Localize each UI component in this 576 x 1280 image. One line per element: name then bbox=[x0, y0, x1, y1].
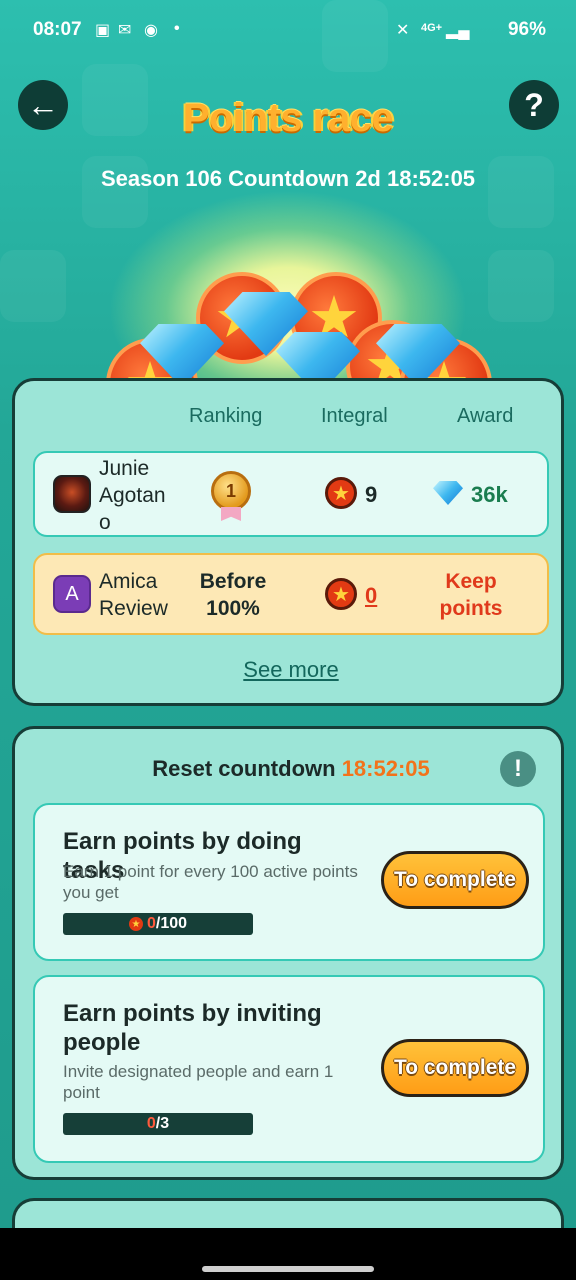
reset-countdown: Reset countdown 18:52:05 bbox=[15, 756, 567, 782]
see-more-link[interactable]: See more bbox=[15, 657, 567, 683]
integral-value[interactable]: 0 bbox=[365, 583, 377, 609]
star-coin-icon: ★ bbox=[128, 917, 143, 931]
rank-status: Before 100% bbox=[199, 570, 267, 620]
task-description: Earn 1 point for every 100 active points… bbox=[63, 862, 358, 902]
diamond-icon bbox=[433, 481, 463, 505]
battery-level: 96% bbox=[507, 19, 546, 40]
star-coin-icon: ★ bbox=[325, 477, 357, 509]
status-time: 08:07 bbox=[33, 19, 82, 40]
page-title: Points race bbox=[182, 96, 394, 140]
user-name: Amica Review bbox=[99, 570, 168, 620]
column-header-integral: Integral bbox=[321, 405, 388, 427]
task-card: Earn points by inviting people Invite de… bbox=[33, 975, 545, 1163]
ranking-panel: Ranking Integral Award Junie Agotan o 1 … bbox=[12, 378, 564, 706]
tasks-panel: Reset countdown 18:52:05 ! Earn points b… bbox=[12, 726, 564, 1180]
task-card: Earn points by doing tasks Earn 1 point … bbox=[33, 803, 545, 961]
task-description: Invite designated people and earn 1 poin… bbox=[63, 1062, 334, 1102]
integral-value: 9 bbox=[365, 482, 378, 507]
task-title: Earn points by inviting people bbox=[63, 1000, 322, 1056]
award-value: 36k bbox=[471, 482, 508, 507]
ranking-row-self[interactable]: A Amica Review Before 100% ★ 0 Keep poin… bbox=[33, 553, 549, 635]
gmail-icon: ✉ bbox=[118, 22, 132, 39]
mute-icon: ✕ bbox=[396, 22, 410, 39]
treasure-illustration: ★ ★ ★ ★ ★ bbox=[100, 268, 500, 430]
rank-medal-icon: 1 bbox=[211, 471, 251, 511]
home-handle[interactable] bbox=[202, 1266, 374, 1272]
reset-label: Reset countdown bbox=[152, 756, 336, 781]
ranking-row-top[interactable]: Junie Agotan o 1 ★ 9 36k bbox=[33, 451, 549, 537]
system-nav-bar bbox=[0, 1228, 576, 1280]
network-label: 4G+ bbox=[421, 22, 443, 34]
medal-ribbon bbox=[221, 507, 241, 521]
season-countdown: Season 106 Countdown 2d 18:52:05 bbox=[100, 166, 476, 191]
avatar bbox=[53, 475, 91, 513]
status-bar: 08:07 ▣ ✉ ◉ • ✕ 4G+ ▂▄ 96% bbox=[0, 0, 576, 60]
column-header-ranking: Ranking bbox=[189, 405, 263, 427]
avatar: A bbox=[53, 575, 91, 613]
task-progress: 0/3 bbox=[63, 1113, 253, 1135]
reset-time: 18:52:05 bbox=[341, 756, 430, 781]
to-complete-button[interactable]: To complete bbox=[381, 1039, 529, 1097]
to-complete-button[interactable]: To complete bbox=[381, 851, 529, 909]
info-icon[interactable]: ! bbox=[500, 751, 536, 787]
star-coin-icon: ★ bbox=[325, 578, 357, 610]
gallery-icon: ▣ bbox=[95, 22, 111, 39]
user-name: Junie Agotan o bbox=[99, 457, 166, 534]
signal-icon: ▂▄ bbox=[446, 22, 470, 39]
task-progress: ★ 0/100 bbox=[63, 913, 253, 935]
notification-dot-icon: • bbox=[174, 20, 180, 37]
keep-points-label: Keep points bbox=[439, 570, 503, 620]
column-header-award: Award bbox=[457, 405, 514, 427]
app-icon: ◉ bbox=[144, 22, 158, 39]
